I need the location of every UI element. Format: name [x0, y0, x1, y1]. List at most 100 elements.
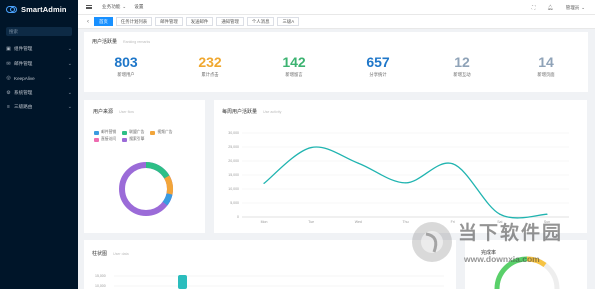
stat-new-users: 803 新增用户 — [84, 55, 168, 78]
sidebar-item-keepalive[interactable]: ◎ KeepAlive ⌄ — [0, 71, 78, 86]
system-icon: ⚙ — [6, 89, 11, 96]
tab-home[interactable]: 首页 — [94, 17, 113, 26]
stat-interactions: 12 新增互动 — [420, 55, 504, 78]
tab-scroll-left-icon[interactable]: ‹ — [82, 19, 94, 25]
y-tick-label: 20,000 — [228, 159, 239, 163]
tab-task-plan[interactable]: 任务计划列表 — [115, 17, 153, 26]
chevron-down-icon: ⌄ — [67, 46, 72, 53]
data-point[interactable] — [452, 163, 454, 165]
stat-value: 657 — [366, 54, 390, 70]
chevron-down-icon: ⌄ — [67, 60, 72, 67]
x-tick-label: Wed — [355, 220, 362, 224]
card-subtitle: Ranking remarks — [123, 40, 151, 44]
tab-send-mail[interactable]: 发送邮件 — [185, 17, 214, 26]
completion-card: 完成率 — [465, 240, 587, 289]
user-activity-card: 用户活跃量 Ranking remarks 803 新增用户 232 累计点击 … — [84, 32, 588, 92]
sidebar-item-label: 组件管理 — [14, 46, 33, 52]
data-point[interactable] — [357, 162, 359, 164]
topbar-right: ⛶ 🔔︎ 管理员 ⌄ — [532, 0, 585, 15]
y-tick-label: 15,000 — [228, 173, 239, 177]
card-header: 用户活跃量 Ranking remarks — [92, 38, 150, 45]
component-icon: ▣ — [6, 46, 11, 53]
data-point[interactable] — [310, 146, 312, 149]
sidebar: SmartAdmin 搜索 ▣ 组件管理 ⌄ ✉ 邮件管理 ⌄ ◎ KeepAl… — [0, 0, 78, 289]
brand[interactable]: SmartAdmin — [0, 0, 78, 18]
data-point[interactable] — [546, 213, 548, 215]
x-tick-label: Tue — [308, 220, 314, 224]
topbar-menu-label: 设置 — [134, 4, 144, 9]
stat-label: 累计点击 — [201, 72, 219, 77]
gauge-chart — [494, 256, 560, 289]
sidebar-item-label: 系统管理 — [14, 89, 33, 95]
sidebar-item-label: 三级路由 — [14, 104, 33, 110]
sidebar-item-route[interactable]: ≡ 三级路由 ⌄ — [0, 100, 78, 115]
bell-icon[interactable]: 🔔︎ — [547, 5, 553, 11]
stat-label: 新增用户 — [117, 72, 135, 77]
user-name: 管理员 — [565, 4, 580, 10]
tab-notice-manage[interactable]: 通知管理 — [216, 17, 244, 26]
line-chart: 30,000 25,000 20,000 15,000 10,000 5,000 0 Mon T… — [228, 131, 569, 224]
route-icon: ≡ — [7, 104, 10, 111]
y-tick-label: 5,000 — [230, 201, 239, 205]
donut-slice-alliance[interactable] — [145, 161, 170, 179]
tabs-bar: ‹ 首页 任务计划列表 邮件管理 发送邮件 通知管理 个人消息 三级A — [78, 15, 595, 29]
watermark-text: 当下软件园 — [458, 223, 564, 244]
data-point[interactable] — [499, 213, 501, 215]
chevron-down-icon: ⌄ — [67, 89, 72, 96]
stat-value: 803 — [114, 54, 138, 70]
chevron-down-icon: ⌄ — [122, 4, 127, 9]
chevron-down-icon: ⌄ — [581, 4, 585, 10]
tab-personal-message[interactable]: 个人消息 — [246, 17, 275, 26]
donut-slice-email[interactable] — [162, 193, 173, 206]
tab-mail-manage[interactable]: 邮件管理 — [155, 17, 183, 26]
mail-icon: ✉ — [6, 60, 11, 67]
stat-new-messages: 142 新增留言 — [252, 55, 336, 78]
y-tick-label: 25,000 — [228, 145, 239, 149]
topbar-menu-business[interactable]: 业务功能 ⌄ — [102, 4, 126, 10]
x-tick-label: Fri — [451, 220, 455, 224]
x-tick-label: Mon — [261, 220, 268, 224]
x-tick-label: Thu — [402, 220, 408, 224]
keepalive-icon: ◎ — [6, 75, 11, 82]
bar-chart-card: 柱状图 User data 15,000 10,000 — [84, 240, 456, 289]
bar[interactable] — [178, 275, 187, 289]
y-tick-label: 0 — [237, 215, 239, 219]
stat-new-pages: 14 新增页面 — [504, 55, 588, 78]
y-tick-label: 30,000 — [228, 131, 239, 135]
y-tick-label: 15,000 — [95, 274, 106, 278]
stat-label: 新增留言 — [285, 72, 303, 77]
sidebar-item-system[interactable]: ⚙ 系统管理 ⌄ — [0, 86, 78, 101]
menu-toggle-icon[interactable] — [86, 4, 92, 10]
y-tick-label: 10,000 — [95, 284, 106, 288]
fullscreen-icon[interactable]: ⛶ — [532, 5, 536, 11]
topbar: 业务功能 ⌄ 设置 ⛶ 🔔︎ 管理员 ⌄ — [78, 0, 595, 15]
user-menu[interactable]: 管理员 ⌄ — [566, 5, 585, 11]
sidebar-item-components[interactable]: ▣ 组件管理 ⌄ — [0, 42, 78, 57]
watermark-url: www.downxia.com — [464, 254, 540, 264]
smartadmin-logo-icon — [6, 5, 17, 13]
data-point[interactable] — [404, 182, 407, 184]
app-name: SmartAdmin — [21, 4, 67, 14]
stat-total-clicks: 232 累计点击 — [168, 55, 252, 78]
data-point[interactable] — [263, 182, 265, 184]
sidebar-search-input[interactable]: 搜索 — [6, 27, 72, 36]
topbar-menu-settings[interactable]: 设置 — [134, 4, 143, 10]
y-tick-label: 10,000 — [228, 187, 239, 191]
sidebar-search-placeholder: 搜索 — [9, 28, 18, 34]
topbar-menu-label: 业务功能 — [102, 4, 121, 9]
stat-label: 分享统计 — [369, 72, 387, 77]
user-source-card: 用户来源 User flow 邮件营销 联盟广告 视频广告 直接访问 搜索引擎 — [84, 100, 205, 233]
donut-slice-video[interactable] — [164, 175, 173, 195]
tab-level3-a[interactable]: 三级A — [277, 17, 300, 26]
chevron-down-icon: ⌄ — [67, 75, 72, 82]
bar-chart: 15,000 10,000 — [95, 274, 444, 289]
sidebar-item-mail[interactable]: ✉ 邮件管理 ⌄ — [0, 57, 78, 72]
stat-value: 14 — [538, 54, 554, 70]
sidebar-item-label: 邮件管理 — [14, 60, 33, 66]
donut-chart — [119, 161, 173, 216]
stat-label: 新增页面 — [537, 72, 555, 77]
stat-label: 新增互动 — [453, 72, 471, 77]
stat-value: 142 — [282, 54, 306, 70]
card-title: 用户活跃量 — [92, 39, 118, 45]
stat-value: 12 — [454, 54, 470, 70]
